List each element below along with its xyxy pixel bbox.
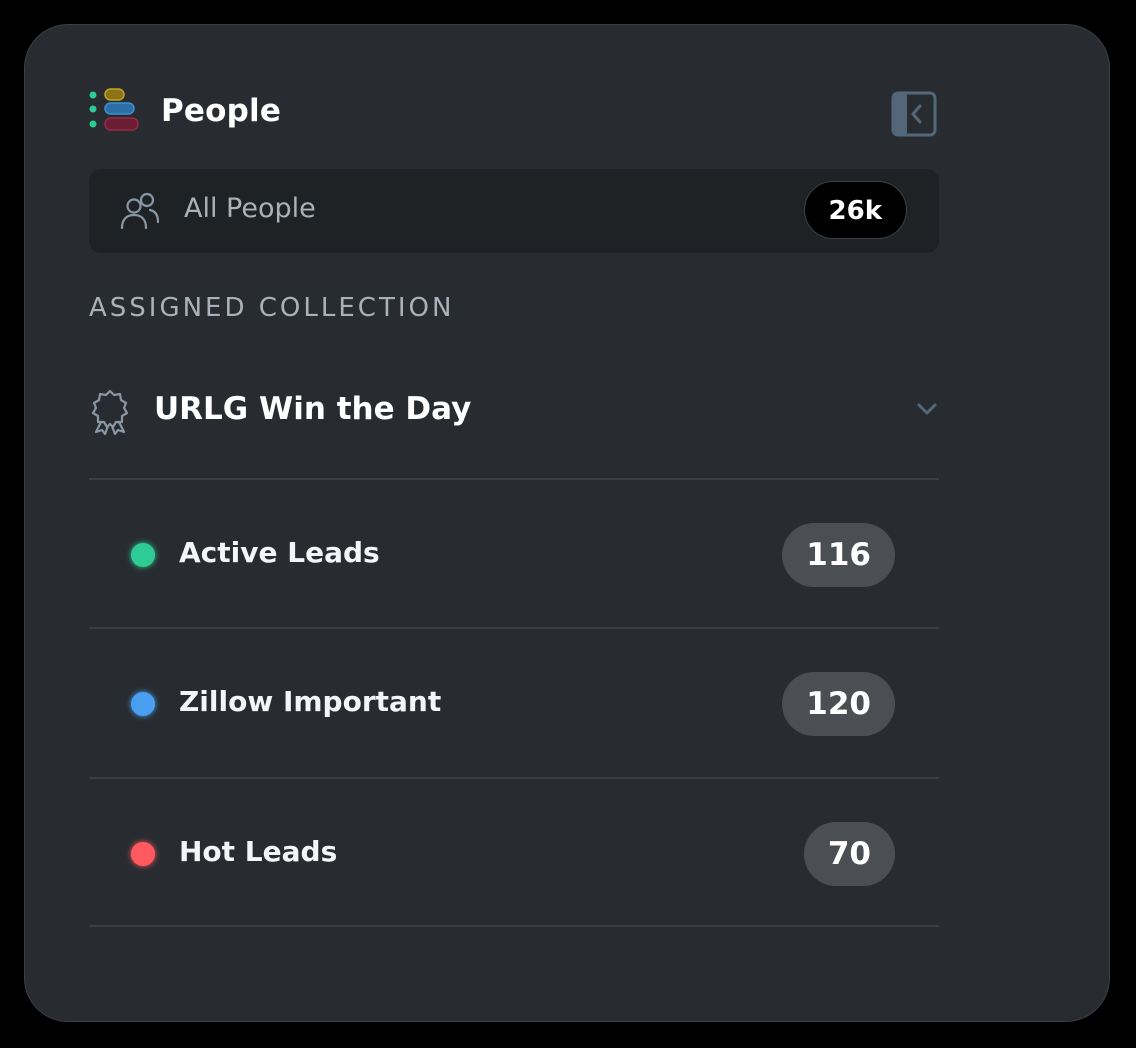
all-people-label: All People xyxy=(184,193,316,224)
list-item-active-leads[interactable]: Active Leads 116 xyxy=(89,480,939,628)
people-panel: People All People 26k ASSIGNED COLLECTIO… xyxy=(24,24,1110,1022)
list-item-label: Hot Leads xyxy=(179,835,338,868)
sidebar-collapse-icon[interactable] xyxy=(891,91,937,137)
collection-title: URLG Win the Day xyxy=(154,391,472,427)
list-item-label: Active Leads xyxy=(179,536,380,569)
list-item-zillow-important[interactable]: Zillow Important 120 xyxy=(89,629,939,777)
section-heading: ASSIGNED COLLECTION xyxy=(89,293,455,323)
stacked-list-icon xyxy=(89,87,141,135)
list-item-hot-leads[interactable]: Hot Leads 70 xyxy=(89,779,939,927)
count-badge: 116 xyxy=(782,523,895,587)
chevron-down-icon[interactable] xyxy=(915,399,939,419)
list-item-label: Zillow Important xyxy=(179,685,442,718)
count-badge: 70 xyxy=(803,822,895,886)
all-people-count-badge: 26k xyxy=(803,181,907,239)
ribbon-icon xyxy=(89,389,131,436)
people-icon xyxy=(119,191,161,233)
status-dot xyxy=(131,692,155,716)
status-dot xyxy=(131,842,155,866)
status-dot xyxy=(131,543,155,567)
collection-selector[interactable]: URLG Win the Day xyxy=(89,385,939,445)
count-badge: 120 xyxy=(782,672,895,736)
page-title: People xyxy=(161,93,282,129)
panel-header: People xyxy=(89,87,939,139)
all-people-item[interactable]: All People 26k xyxy=(89,169,939,253)
divider xyxy=(89,925,939,927)
